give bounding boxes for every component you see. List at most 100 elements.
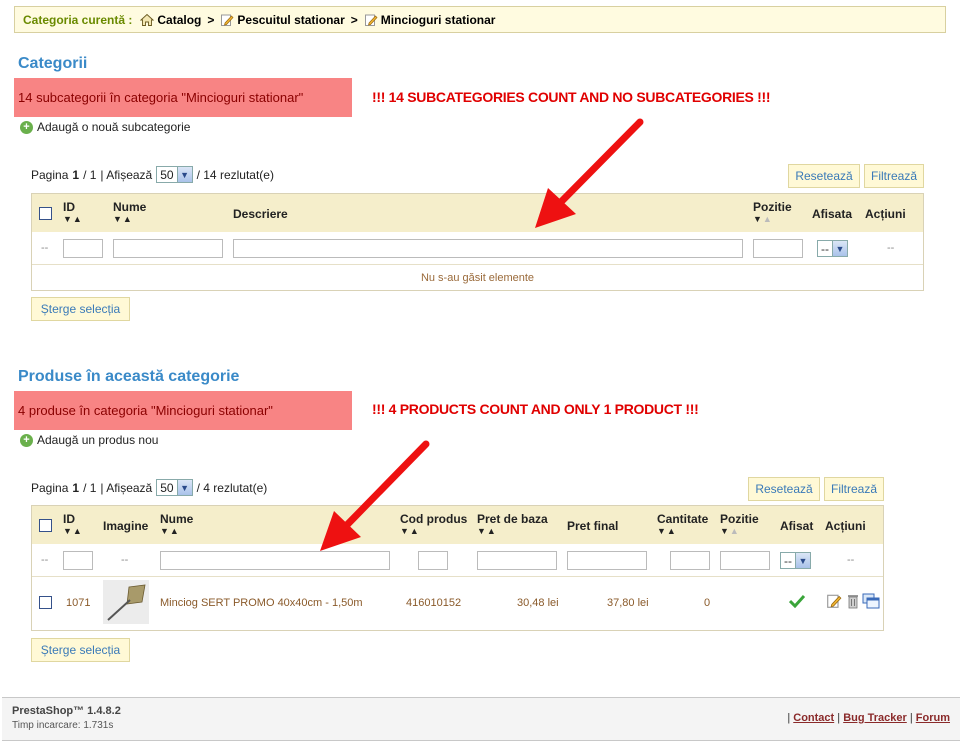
select-all-checkbox[interactable] — [39, 207, 52, 220]
displayed-filter-select[interactable]: -- ▼ — [817, 240, 848, 257]
duplicate-icon[interactable] — [862, 593, 880, 609]
description-filter-input[interactable] — [233, 239, 743, 258]
col-actions: Acțiuni — [825, 519, 866, 533]
sort-arrows-icon[interactable]: ▼▲ — [477, 526, 548, 536]
col-label: Pozitie — [720, 512, 759, 526]
pager-total: / 1 — [83, 480, 97, 495]
breadcrumb-item-label: Pescuitul stationar — [237, 12, 345, 27]
pager-results: / 4 rezlutat(e) — [196, 480, 268, 495]
per-page-value: 50 — [160, 167, 174, 182]
breadcrumb-separator: > — [350, 12, 358, 27]
edit-icon[interactable] — [826, 593, 842, 609]
filter-button[interactable]: Filtrează — [824, 477, 884, 501]
load-time: Timp incarcare: 1.731s — [12, 720, 114, 731]
grid-header: ID ▼▲ Nume ▼▲ Descriere Pozitie ▼▲ Afisata … — [32, 194, 923, 232]
col-name[interactable]: Nume ▼▲ — [160, 512, 193, 536]
col-name[interactable]: Nume ▼▲ — [113, 200, 146, 224]
sort-arrows-icon[interactable]: ▼▲ — [63, 214, 83, 224]
col-base-price[interactable]: Pret de baza ▼▲ — [477, 512, 548, 536]
breadcrumb: Categoria curentă : Catalog > Pescuitul … — [14, 6, 946, 33]
empty-message: Nu s-au găsit elemente — [420, 272, 535, 284]
select-all-checkbox[interactable] — [39, 519, 52, 532]
add-product-label: Adaugă un produs nou — [37, 433, 159, 447]
breadcrumb-label: Categoria curentă : — [23, 12, 133, 27]
add-icon: + — [20, 120, 33, 134]
delete-selection-button[interactable]: Șterge selecția — [31, 297, 130, 321]
products-grid: ID ▼▲ Imagine Nume ▼▲ Cod produs ▼▲ Pret de… — [31, 505, 884, 631]
col-position[interactable]: Pozitie ▼▲ — [720, 512, 759, 536]
col-id[interactable]: ID ▼▲ — [63, 200, 83, 224]
chevron-down-icon: ▼ — [795, 553, 810, 568]
row-checkbox[interactable] — [39, 596, 52, 609]
per-page-value: 50 — [160, 480, 174, 495]
category-pager: Pagina 1 / 1 | Afișează 50 ▼ / 14 rezluta… — [31, 166, 274, 183]
breadcrumb-item-pescuitul[interactable]: Pescuitul stationar — [220, 12, 345, 27]
sort-arrows-icon[interactable]: ▼▲ — [113, 214, 146, 224]
products-title: Produse în această categorie — [18, 368, 240, 385]
breadcrumb-separator: > — [207, 12, 215, 27]
table-row[interactable]: 1071 Minciog SERT PROMO 40x40cm - 1,50m … — [32, 577, 883, 627]
delete-selection-button[interactable]: Șterge selecția — [31, 638, 130, 662]
col-position[interactable]: Pozitie ▼▲ — [753, 200, 792, 224]
sort-arrows-icon[interactable]: ▼▲ — [720, 526, 759, 536]
quantity-filter-input[interactable] — [670, 551, 710, 570]
position-filter-input[interactable] — [720, 551, 770, 570]
trash-icon[interactable] — [847, 593, 859, 609]
name-filter-input[interactable] — [113, 239, 223, 258]
forum-link[interactable]: Forum — [916, 712, 950, 724]
col-id[interactable]: ID ▼▲ — [63, 512, 83, 536]
edit-icon — [364, 14, 378, 26]
col-actions: Acțiuni — [865, 207, 906, 221]
position-filter-input[interactable] — [753, 239, 803, 258]
sort-arrows-icon[interactable]: ▼▲ — [400, 526, 467, 536]
per-page-select[interactable]: 50 ▼ — [156, 479, 193, 496]
add-subcategory-link[interactable]: + Adaugă o nouă subcategorie — [20, 120, 190, 134]
pager-show-label: | Afișează — [100, 480, 153, 495]
pager-page: 1 — [72, 480, 80, 495]
per-page-select[interactable]: 50 ▼ — [156, 166, 193, 183]
filter-dash: -- — [41, 554, 49, 566]
final-price-filter-input[interactable] — [567, 551, 647, 570]
name-filter-input[interactable] — [160, 551, 390, 570]
filter-row: -- -- -- ▼ -- — [32, 544, 883, 577]
sort-arrows-icon[interactable]: ▼▲ — [753, 214, 792, 224]
sort-arrows-icon[interactable]: ▼▲ — [657, 526, 708, 536]
filter-dash: -- — [41, 242, 49, 254]
categories-grid: ID ▼▲ Nume ▼▲ Descriere Pozitie ▼▲ Afisata … — [31, 193, 924, 291]
home-icon — [140, 13, 155, 26]
select-value: -- — [821, 241, 829, 256]
product-quantity: 0 — [704, 597, 711, 609]
check-icon[interactable] — [789, 594, 805, 608]
grid-header: ID ▼▲ Imagine Nume ▼▲ Cod produs ▼▲ Pret de… — [32, 506, 883, 544]
filter-row: -- -- ▼ -- — [32, 232, 923, 265]
col-label: Cod produs — [400, 512, 468, 526]
add-product-link[interactable]: + Adaugă un produs nou — [20, 433, 158, 447]
pager-total: / 1 — [83, 167, 97, 182]
col-label: Nume — [113, 200, 147, 214]
col-code[interactable]: Cod produs ▼▲ — [400, 512, 467, 536]
product-code: 416010152 — [406, 597, 462, 609]
id-filter-input[interactable] — [63, 239, 103, 258]
col-label: Nume — [160, 512, 194, 526]
breadcrumb-item-catalog[interactable]: Catalog — [140, 13, 201, 27]
sort-arrows-icon[interactable]: ▼▲ — [63, 526, 83, 536]
bug-tracker-link[interactable]: Bug Tracker — [843, 712, 907, 724]
product-count-banner: 4 produse în categoria "Mincioguri stati… — [14, 391, 352, 430]
col-label: Pret de baza — [477, 512, 548, 526]
displayed-filter-select[interactable]: -- ▼ — [780, 552, 811, 569]
col-label: ID — [63, 200, 75, 214]
contact-link[interactable]: Contact — [793, 712, 834, 724]
pager-show-label: | Afișează — [100, 167, 153, 182]
sort-arrows-icon[interactable]: ▼▲ — [160, 526, 193, 536]
col-label: Pozitie — [753, 200, 792, 214]
filter-button[interactable]: Filtrează — [864, 164, 924, 188]
base-price-filter-input[interactable] — [477, 551, 557, 570]
id-filter-input[interactable] — [63, 551, 93, 570]
reset-button[interactable]: Resetează — [788, 164, 860, 188]
breadcrumb-item-mincioguri[interactable]: Mincioguri stationar — [364, 13, 495, 27]
col-quantity[interactable]: Cantitate ▼▲ — [657, 512, 708, 536]
product-final-price: 37,80 lei — [607, 597, 649, 609]
pager-results: / 14 rezlutat(e) — [196, 167, 274, 182]
reset-button[interactable]: Resetează — [748, 477, 820, 501]
code-filter-input[interactable] — [418, 551, 448, 570]
